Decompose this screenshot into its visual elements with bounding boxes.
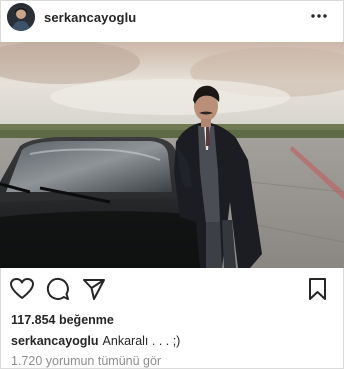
send-icon[interactable] — [81, 276, 107, 302]
view-all-comments-link[interactable]: 1.720 yorumun tümünü gör — [11, 354, 161, 368]
post-caption: serkancayoglu Ankaralı . . . ;) — [11, 334, 180, 348]
post-header: serkancayoglu — [0, 0, 344, 42]
avatar[interactable] — [7, 3, 35, 31]
post-username[interactable]: serkancayoglu — [44, 10, 136, 25]
heart-icon[interactable] — [9, 276, 35, 302]
post-photo-image — [0, 42, 344, 268]
comment-icon[interactable] — [45, 276, 71, 302]
post-actions — [0, 276, 344, 306]
likes-count[interactable]: 117.854 beğenme — [11, 313, 114, 327]
caption-text: Ankaralı . . . ;) — [102, 334, 181, 348]
more-options-icon[interactable] — [308, 8, 330, 24]
avatar-image — [7, 3, 35, 31]
post-photo[interactable] — [0, 42, 344, 268]
caption-username[interactable]: serkancayoglu — [11, 334, 99, 348]
bookmark-icon[interactable] — [305, 276, 331, 302]
